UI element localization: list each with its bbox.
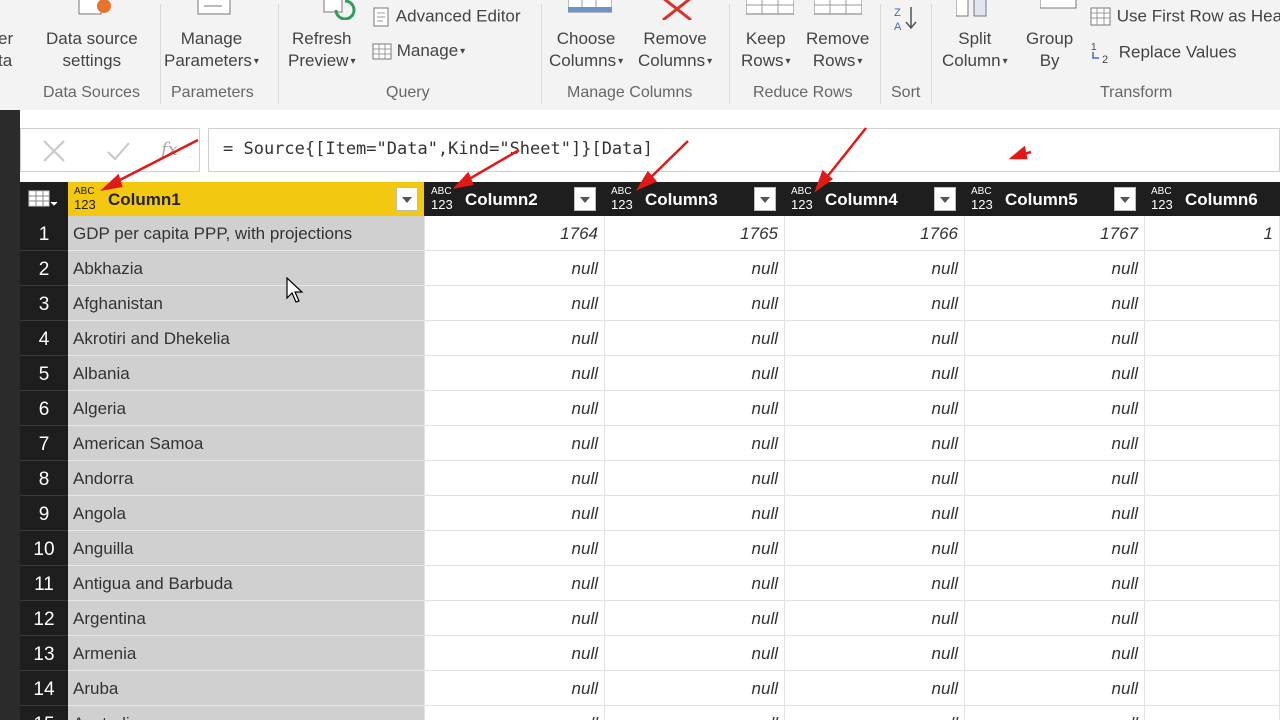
- mouse-cursor-icon: [286, 277, 304, 303]
- annotation-arrow: [814, 127, 867, 193]
- annotation-arrows: [100, 127, 1032, 193]
- annotation-arrow: [1008, 145, 1032, 160]
- annotation-arrow: [100, 138, 199, 191]
- annotation-arrow: [452, 148, 520, 189]
- annotation-arrow: [635, 140, 689, 191]
